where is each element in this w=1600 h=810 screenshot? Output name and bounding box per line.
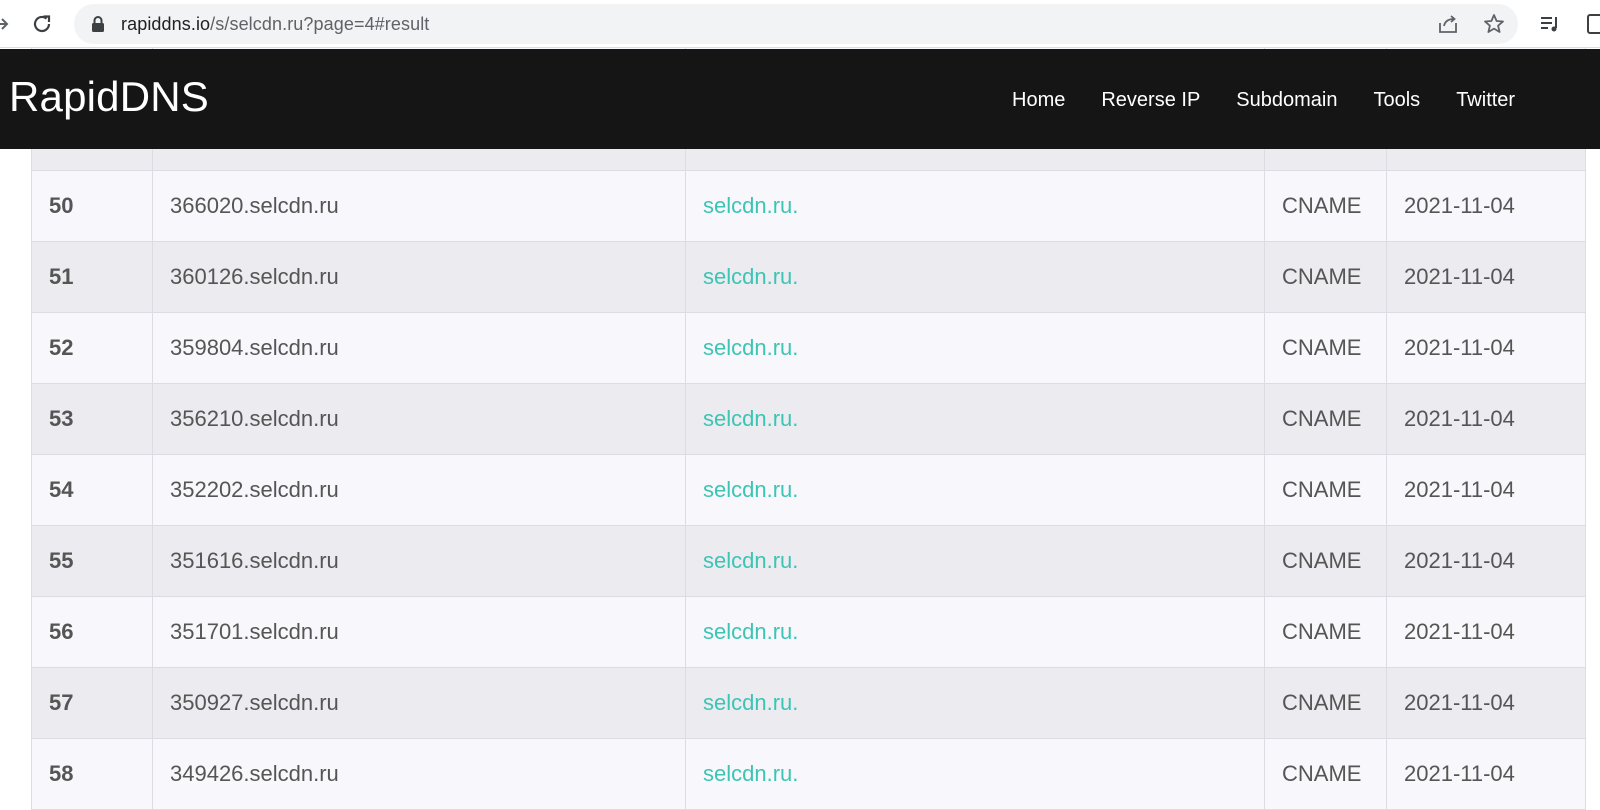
url-text[interactable]: rapiddns.io/s/selcdn.ru?page=4#result <box>121 14 429 35</box>
media-controls-icon[interactable] <box>1538 12 1562 36</box>
subdomain-cell: 351616.selcdn.ru <box>152 525 686 597</box>
row-number: 56 <box>31 596 153 668</box>
nav-links: Home Reverse IP Subdomain Tools Twitter <box>1012 89 1551 112</box>
date-cell: 2021-11-04 <box>1386 383 1586 455</box>
date-cell: 2021-11-04 <box>1386 241 1586 313</box>
record-value-link[interactable]: selcdn.ru. <box>703 548 798 573</box>
url-domain: rapiddns.io <box>121 14 211 34</box>
table-row: 55 351616.selcdn.ru selcdn.ru. CNAME 2021-11… <box>31 525 1586 597</box>
record-type-cell: CNAME <box>1264 454 1387 526</box>
record-value-cell: selcdn.ru. <box>685 738 1265 810</box>
forward-icon[interactable] <box>0 13 10 35</box>
url-path: /s/selcdn.ru?page=4#result <box>210 14 430 34</box>
subdomain-cell: 350927.selcdn.ru <box>152 667 686 739</box>
record-type-cell: CNAME <box>1264 525 1387 597</box>
subdomain-cell: 360126.selcdn.ru <box>152 241 686 313</box>
record-type-cell: CNAME <box>1264 312 1387 384</box>
date-cell: 2021-11-04 <box>1386 170 1586 242</box>
row-number: 57 <box>31 667 153 739</box>
table-row: 57 350927.selcdn.ru selcdn.ru. CNAME 2021-11… <box>31 667 1586 739</box>
record-value-link[interactable]: selcdn.ru. <box>703 619 798 644</box>
brand-logo[interactable]: RapidDNS <box>9 73 209 121</box>
subdomain-cell: 349426.selcdn.ru <box>152 738 686 810</box>
browser-toolbar: rapiddns.io/s/selcdn.ru?page=4#result <box>0 0 1600 48</box>
nav-twitter[interactable]: Twitter <box>1456 89 1515 112</box>
table-row: 58 349426.selcdn.ru selcdn.ru. CNAME 2021-11… <box>31 738 1586 810</box>
table-row: 53 356210.selcdn.ru selcdn.ru. CNAME 2021-11… <box>31 383 1586 455</box>
row-number: 51 <box>31 241 153 313</box>
row-number: 54 <box>31 454 153 526</box>
record-value-cell: selcdn.ru. <box>685 241 1265 313</box>
record-type-cell: CNAME <box>1264 241 1387 313</box>
record-value-cell: selcdn.ru. <box>685 667 1265 739</box>
row-number: 55 <box>31 525 153 597</box>
record-type-cell: CNAME <box>1264 170 1387 242</box>
date-cell: 2021-11-04 <box>1386 454 1586 526</box>
date-cell: 2021-11-04 <box>1386 525 1586 597</box>
record-value-cell: selcdn.ru. <box>685 170 1265 242</box>
date-cell: 2021-11-04 <box>1386 667 1586 739</box>
reload-icon[interactable] <box>30 12 54 36</box>
nav-home[interactable]: Home <box>1012 89 1065 112</box>
table-row: 52 359804.selcdn.ru selcdn.ru. CNAME 2021-11… <box>31 312 1586 384</box>
subdomain-cell: 351701.selcdn.ru <box>152 596 686 668</box>
date-cell: 2021-11-04 <box>1386 738 1586 810</box>
table-row: 50 366020.selcdn.ru selcdn.ru. CNAME 2021-11… <box>31 170 1586 242</box>
site-navbar: RapidDNS Home Reverse IP Subdomain Tools… <box>0 49 1600 149</box>
nav-reverse-ip[interactable]: Reverse IP <box>1101 89 1200 112</box>
table-row: 56 351701.selcdn.ru selcdn.ru. CNAME 2021-11… <box>31 596 1586 668</box>
record-value-link[interactable]: selcdn.ru. <box>703 477 798 502</box>
side-panel-icon[interactable] <box>1586 12 1600 36</box>
record-value-link[interactable]: selcdn.ru. <box>703 264 798 289</box>
table-row: 51 360126.selcdn.ru selcdn.ru. CNAME 2021-11… <box>31 241 1586 313</box>
record-value-cell: selcdn.ru. <box>685 596 1265 668</box>
record-type-cell: CNAME <box>1264 596 1387 668</box>
record-value-link[interactable]: selcdn.ru. <box>703 690 798 715</box>
star-icon[interactable] <box>1482 12 1506 36</box>
date-cell: 2021-11-04 <box>1386 312 1586 384</box>
nav-subdomain[interactable]: Subdomain <box>1236 89 1337 112</box>
lock-icon[interactable] <box>90 15 106 33</box>
subdomain-cell: 356210.selcdn.ru <box>152 383 686 455</box>
record-value-link[interactable]: selcdn.ru. <box>703 193 798 218</box>
record-type-cell: CNAME <box>1264 383 1387 455</box>
record-value-link[interactable]: selcdn.ru. <box>703 761 798 786</box>
share-icon[interactable] <box>1436 12 1460 36</box>
record-value-cell: selcdn.ru. <box>685 525 1265 597</box>
address-bar[interactable]: rapiddns.io/s/selcdn.ru?page=4#result <box>74 4 1518 44</box>
row-number: 53 <box>31 383 153 455</box>
subdomain-cell: 359804.selcdn.ru <box>152 312 686 384</box>
table-row: 54 352202.selcdn.ru selcdn.ru. CNAME 2021-11… <box>31 454 1586 526</box>
row-number: 50 <box>31 170 153 242</box>
row-number: 52 <box>31 312 153 384</box>
row-number: 58 <box>31 738 153 810</box>
record-value-cell: selcdn.ru. <box>685 454 1265 526</box>
date-cell: 2021-11-04 <box>1386 596 1586 668</box>
record-value-cell: selcdn.ru. <box>685 312 1265 384</box>
record-value-link[interactable]: selcdn.ru. <box>703 335 798 360</box>
subdomain-cell: 352202.selcdn.ru <box>152 454 686 526</box>
record-type-cell: CNAME <box>1264 667 1387 739</box>
record-value-link[interactable]: selcdn.ru. <box>703 406 798 431</box>
subdomain-cell: 366020.selcdn.ru <box>152 170 686 242</box>
record-value-cell: selcdn.ru. <box>685 383 1265 455</box>
nav-tools[interactable]: Tools <box>1373 89 1420 112</box>
record-type-cell: CNAME <box>1264 738 1387 810</box>
